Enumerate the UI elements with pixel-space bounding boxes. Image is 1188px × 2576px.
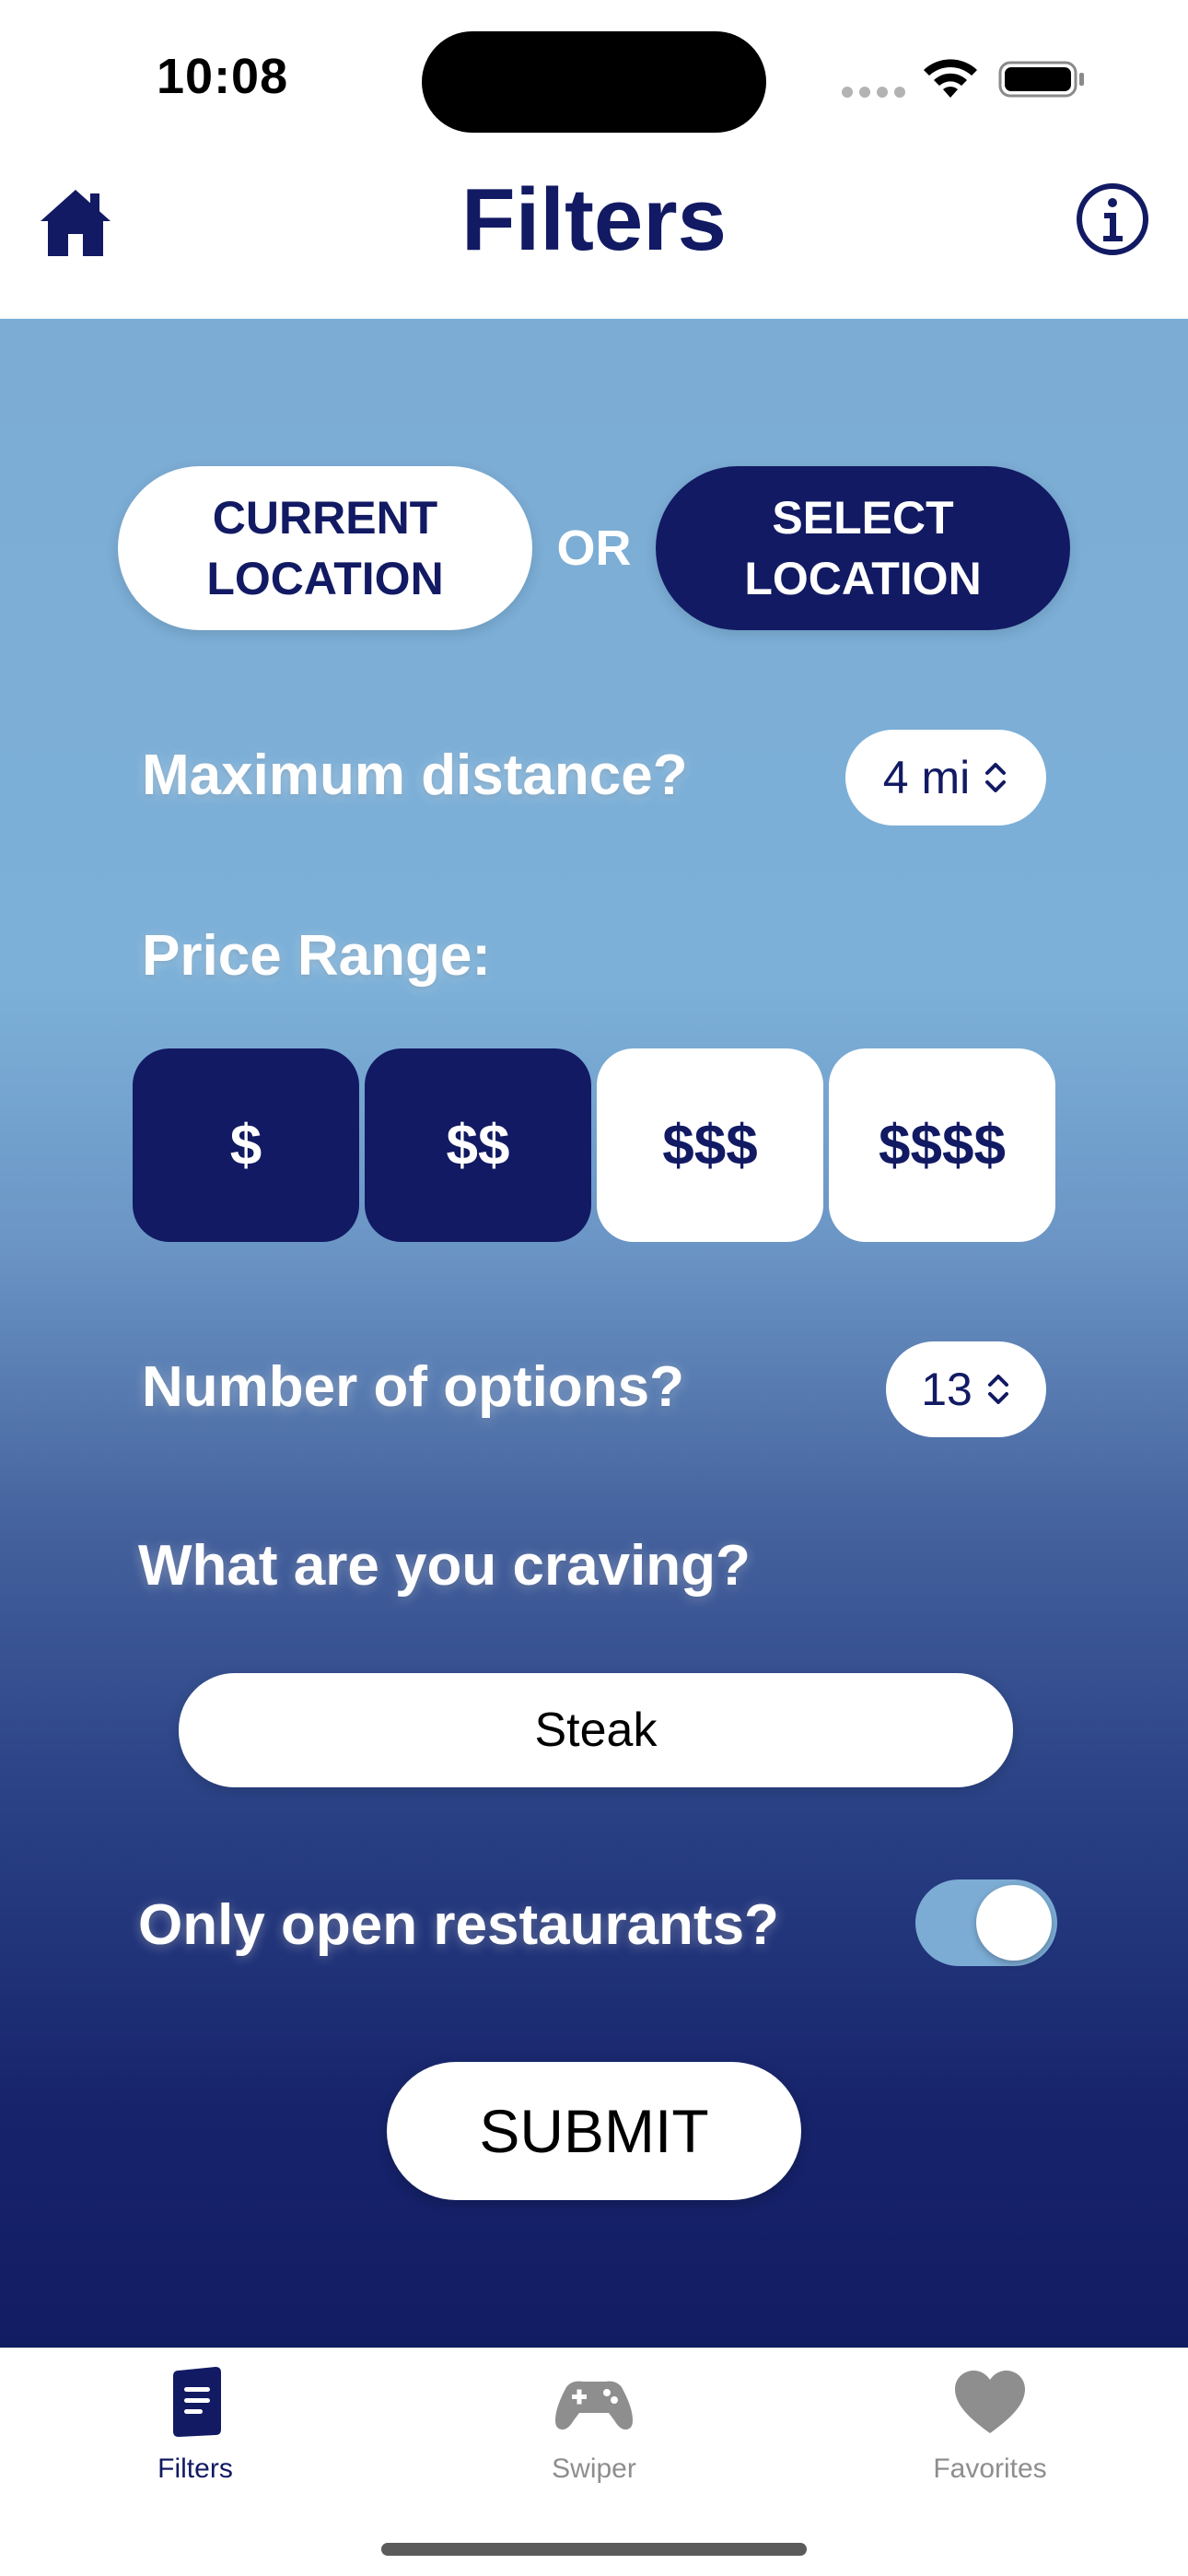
status-time: 10:08 — [157, 49, 289, 104]
book-icon — [173, 2367, 221, 2437]
tab-bar: Filters Swiper Favorites — [0, 2348, 1188, 2576]
navigation-header: Filters — [0, 147, 1188, 319]
tab-label: Swiper — [552, 2453, 636, 2484]
home-indicator — [381, 2543, 807, 2556]
dynamic-island — [422, 31, 766, 133]
cellular-signal-icon — [842, 87, 905, 98]
submit-button[interactable]: SUBMIT — [387, 2062, 801, 2200]
number-of-options-label: Number of options? — [142, 1355, 684, 1419]
select-location-button[interactable]: SELECT LOCATION — [656, 466, 1070, 630]
distance-picker[interactable]: 4 mi — [845, 730, 1046, 825]
battery-icon — [998, 61, 1084, 98]
options-count-value: 13 — [921, 1364, 973, 1415]
info-circle-icon[interactable] — [1074, 181, 1151, 258]
price-option-2[interactable]: $$ — [365, 1048, 591, 1242]
tab-swiper[interactable]: Swiper — [456, 2363, 732, 2485]
page-title: Filters — [460, 170, 728, 269]
open-restaurants-toggle[interactable] — [915, 1879, 1057, 1966]
gamecontroller-icon — [555, 2381, 633, 2430]
or-label: OR — [556, 521, 632, 576]
chevron-up-down-icon — [987, 1375, 1008, 1404]
max-distance-label: Maximum distance? — [142, 744, 688, 807]
price-option-4[interactable]: $$$$ — [829, 1048, 1055, 1242]
filters-form: CURRENT LOCATION OR SELECT LOCATION Maxi… — [0, 319, 1188, 2348]
options-count-picker[interactable]: 13 — [886, 1341, 1046, 1437]
chevron-up-down-icon — [985, 763, 1007, 792]
price-option-3[interactable]: $$$ — [597, 1048, 823, 1242]
price-range-label: Price Range: — [142, 924, 492, 988]
craving-input[interactable] — [179, 1673, 1013, 1787]
current-location-button[interactable]: CURRENT LOCATION — [118, 466, 532, 630]
filters-screen: 10:08 Filters CURRENT LOCATION OR SELECT… — [0, 0, 1188, 2576]
toggle-knob — [976, 1885, 1052, 1961]
price-option-1[interactable]: $ — [133, 1048, 359, 1242]
open-restaurants-label: Only open restaurants? — [138, 1893, 779, 1957]
heart-icon — [955, 2371, 1025, 2433]
tab-filters[interactable]: Filters — [57, 2363, 333, 2485]
wifi-icon — [924, 59, 977, 98]
tab-label: Filters — [157, 2453, 233, 2484]
tab-label: Favorites — [933, 2453, 1047, 2484]
distance-value: 4 mi — [882, 752, 971, 803]
tab-favorites[interactable]: Favorites — [852, 2363, 1128, 2485]
craving-label: What are you craving? — [138, 1534, 751, 1598]
